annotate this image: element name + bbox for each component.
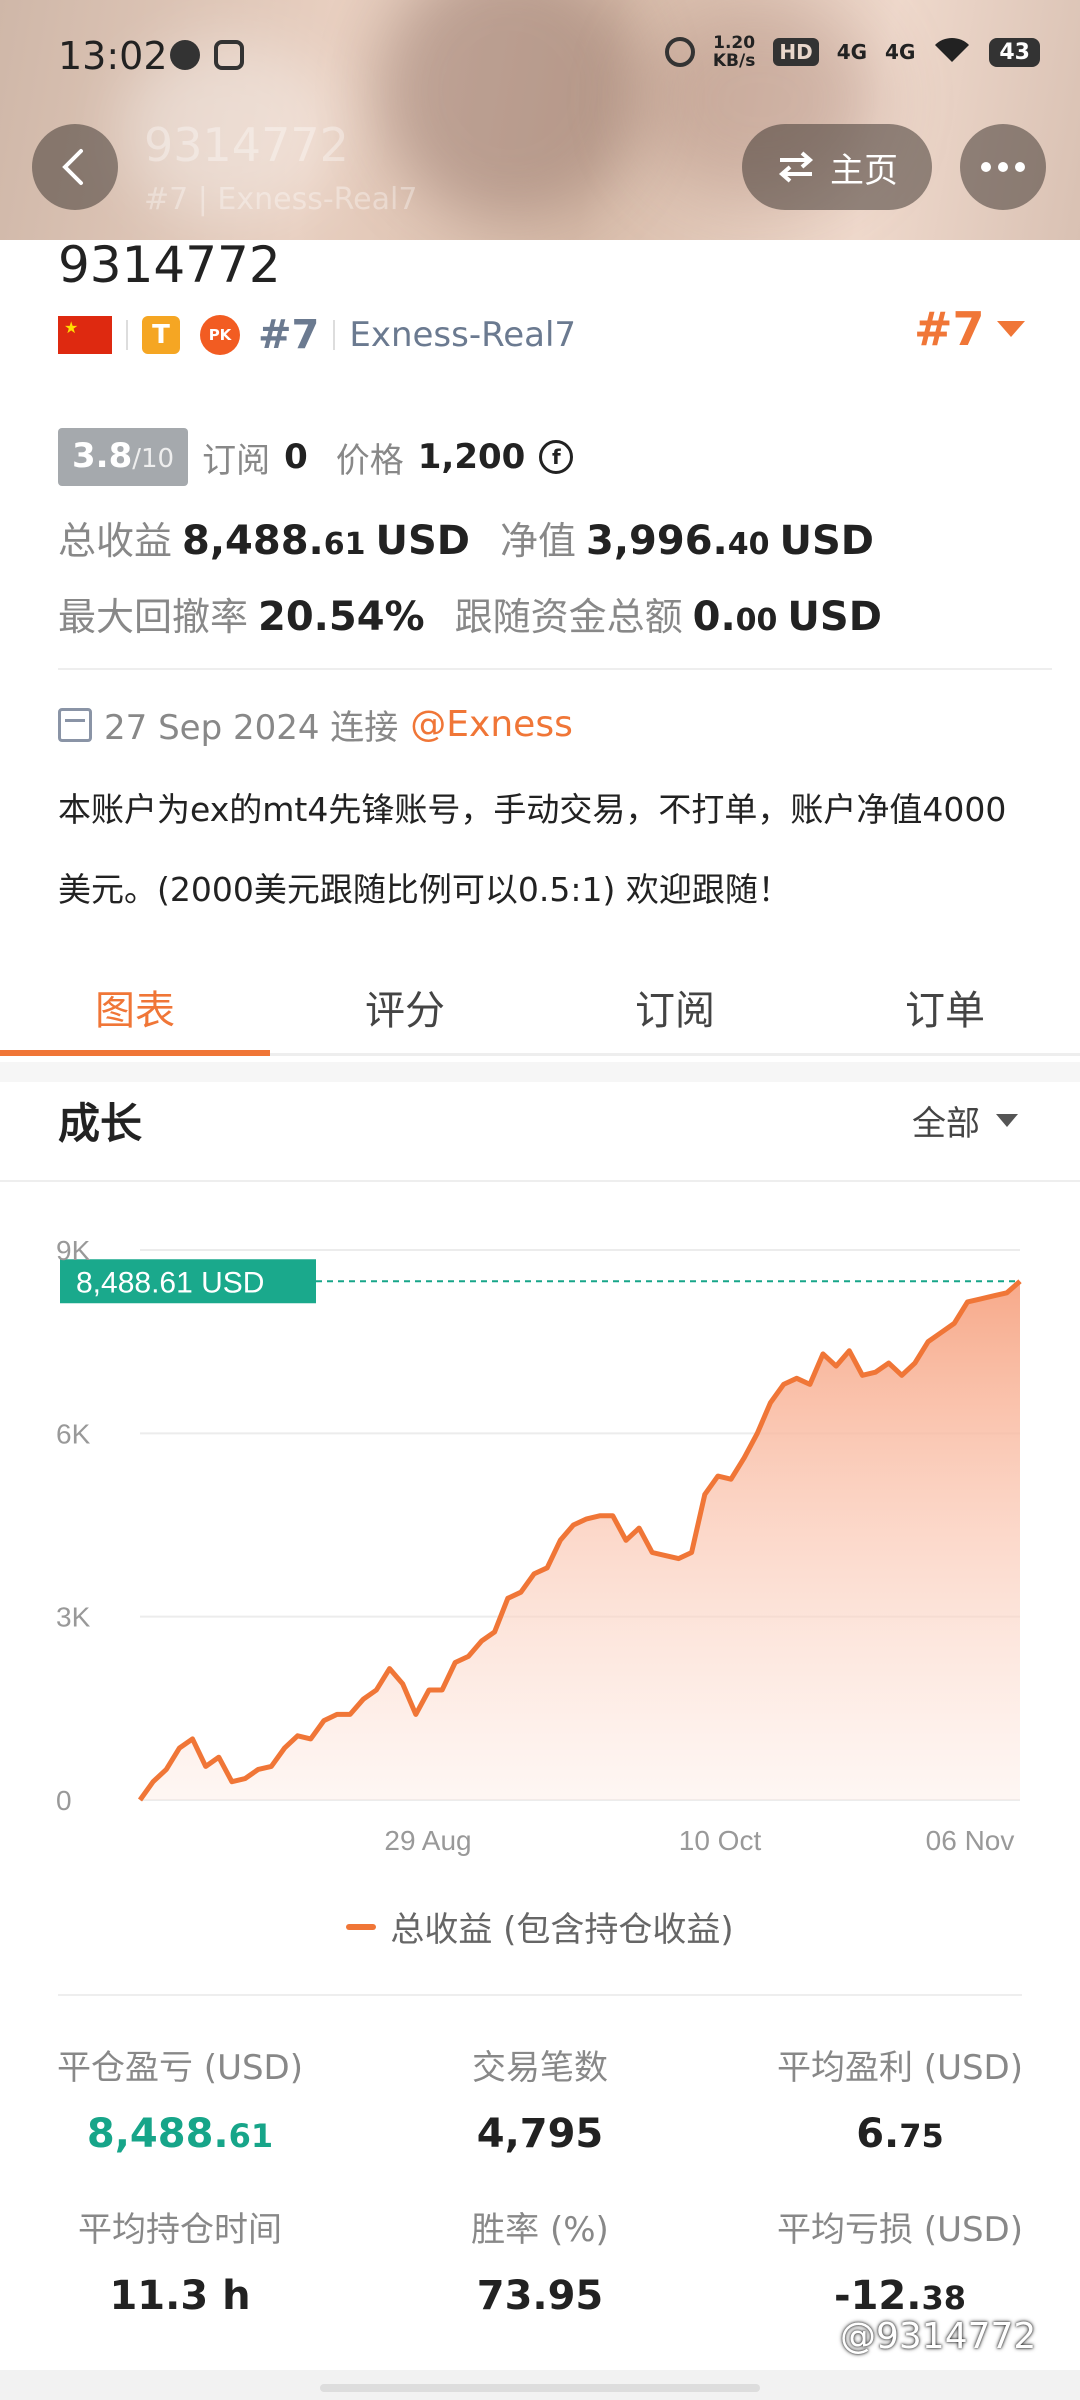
hd-badge: HD [773,38,819,66]
subscribe-count: 0 [284,437,308,477]
growth-area [140,1281,1020,1800]
china-flag-icon: ★ [58,316,112,354]
chat-bubble-icon [170,40,200,70]
growth-title: 成长 [58,1099,143,1148]
rank-label: #7 [258,312,320,358]
header-banner: 13:02 1.20 KB/s HD 4G 4G 43 9314772 #7 |… [0,0,1080,240]
divider [58,668,1052,670]
total-profit-label: 总收益 [58,519,173,563]
account-description: 本账户为ex的mt4先锋账号，手动交易，不打单，账户净值4000美元。(2000… [58,790,1007,909]
rating-row: 3.8/10 订阅 0 价格 1,200 f [58,428,574,486]
caret-down-icon [996,321,1025,337]
tab-bar: 图表 评分 订阅 订单 [0,960,1080,1056]
x-tick-label: 29 Aug [384,1825,471,1856]
rank-dropdown-label: #7 [914,302,985,356]
dot-icon [1015,162,1025,172]
tab-rating[interactable]: 评分 [270,960,540,1053]
stat-avg-loss: 平均亏损 (USD) -12.38 [777,2210,1023,2319]
watermark: @9314772 [840,2316,1037,2357]
current-value-label: 8,488.61 USD [76,1266,264,1299]
subscribe-count-label: 订阅 [202,440,271,481]
legend-label: 总收益 (包含持仓收益) [390,1910,734,1950]
profit-equity-row: 总收益 8,488.61 USD 净值 3,996.40 USD [58,510,874,565]
app-notification-icon [214,40,244,70]
follow-funds-value: 0. [692,594,736,640]
y-tick-label: 6K [56,1418,91,1449]
equity-label: 净值 [499,519,576,563]
more-options-button[interactable] [960,124,1046,210]
account-meta-row: ★ T PK #7 Exness-Real7 [58,305,576,365]
price-value: 1,200 [417,437,526,477]
alarm-icon [664,37,695,67]
collapsed-title: 9314772 [144,118,349,172]
dot-icon [981,162,991,172]
wifi-icon [933,36,971,69]
caret-down-icon [996,1114,1018,1127]
status-time: 13:02 [58,34,168,78]
swap-arrows-icon [778,151,814,183]
drawdown-follow-row: 最大回撤率 20.54% 跟随资金总额 0.00 USD [58,586,882,641]
home-button-label: 主页 [830,150,898,191]
stat-avg-profit: 平均盈利 (USD) 6.75 [777,2048,1023,2157]
connect-date-row: 27 Sep 2024 连接 @Exness [58,700,573,749]
total-profit-value: 8,488. [182,518,324,564]
dot-icon [998,162,1008,172]
stat-avg-hold-time: 平均持仓时间 11.3 h [78,2210,282,2319]
tab-subscribe[interactable]: 订阅 [540,960,810,1053]
drawdown-value: 20.54% [258,594,425,640]
y-tick-label: 3K [56,1602,91,1633]
chart-legend: 总收益 (包含持仓收益) [0,1902,1080,1951]
server-name: Exness-Real7 [349,315,577,355]
y-tick-label: 0 [56,1785,72,1816]
account-id: 9314772 [58,236,281,294]
broker-mention-link[interactable]: @Exness [410,704,573,745]
coin-icon: f [539,440,574,474]
t-badge-icon: T [142,316,180,354]
signal-icon: 4G [885,40,916,64]
x-tick-label: 06 Nov [926,1825,1015,1856]
range-dropdown-label: 全部 [912,1104,980,1144]
net-speed: 1.20 KB/s [712,33,756,71]
score-badge: 3.8/10 [58,428,189,486]
chevron-left-icon [62,149,83,185]
price-label: 价格 [335,440,404,481]
x-tick-label: 10 Oct [679,1825,762,1856]
stat-closed-pnl: 平仓盈亏 (USD) 8,488.61 [57,2048,303,2157]
home-button[interactable]: 主页 [742,124,932,210]
follow-funds-label: 跟随资金总额 [454,595,683,639]
range-dropdown[interactable]: 全部 [912,1096,1018,1145]
connect-date: 27 Sep 2024 连接 [104,708,399,748]
calendar-icon [58,707,92,742]
back-button[interactable] [32,124,118,210]
legend-line-icon [346,1923,377,1930]
collapsed-subtitle: #7 | Exness-Real7 [144,182,418,217]
drawdown-label: 最大回撤率 [58,595,249,639]
stat-trade-count: 交易笔数 4,795 [472,2048,608,2157]
tab-chart[interactable]: 图表 [0,960,270,1056]
stat-win-rate: 胜率 (%) 73.95 [471,2210,609,2319]
battery-indicator: 43 [989,37,1040,67]
growth-chart[interactable]: 8,488.61 USD 0 3K 6K 9K 29 Aug 10 Oct 06 Nov [0,1200,1080,1880]
equity-value: 3,996. [586,518,728,564]
pk-fire-badge-icon: PK [200,315,240,355]
status-bar: 13:02 1.20 KB/s HD 4G 4G 43 [0,0,1080,110]
signal-icon: 4G [836,40,868,64]
rank-dropdown[interactable]: #7 [914,302,1025,356]
home-indicator[interactable] [320,2384,760,2392]
tab-orders[interactable]: 订单 [810,960,1080,1053]
y-tick-label: 9K [56,1235,91,1266]
